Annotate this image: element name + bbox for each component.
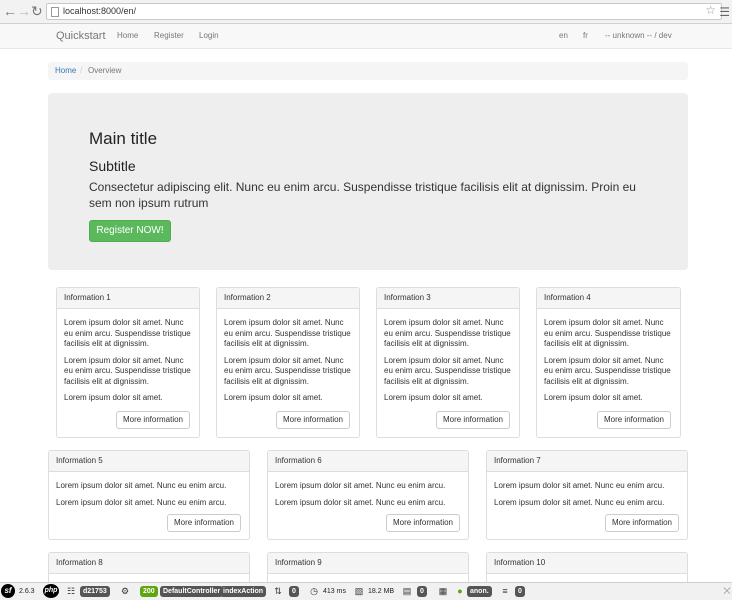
panel-text: Lorem ipsum dolor sit amet. Nunc eu enim…	[56, 497, 227, 507]
reload-icon[interactable]: ↻	[31, 3, 43, 19]
panel-text: Lorem ipsum dolor sit amet.	[384, 393, 483, 402]
forward-arrow-icon[interactable]: →	[17, 3, 31, 19]
info-panel-4: Information 4 Lorem ipsum dolor sit amet…	[536, 287, 681, 438]
lang-en-link[interactable]: en	[559, 31, 568, 40]
gear-icon[interactable]: ⚙	[120, 586, 130, 596]
request-token-badge[interactable]: d21753	[80, 586, 110, 597]
debug-toolbar: sf 2.6.3 php ☷ d21753 ⚙ 200 DefaultContr…	[0, 582, 732, 600]
logs-count[interactable]: 0	[515, 586, 525, 597]
panel-title: Information 10	[487, 553, 687, 574]
nav-link-login[interactable]: Login	[199, 31, 219, 40]
more-information-button[interactable]: More information	[385, 514, 460, 532]
panel-body: Lorem ipsum dolor sit amet. Nunc eu enim…	[537, 309, 680, 404]
panel-text: Lorem ipsum dolor sit amet. Nunc eu enim…	[544, 355, 671, 386]
security-icon[interactable]: ●	[455, 586, 465, 596]
more-information-button[interactable]: More information	[604, 514, 679, 532]
memory-usage[interactable]: 18.2 MB	[368, 586, 394, 597]
breadcrumb: Home / Overview	[48, 62, 688, 80]
more-information-button[interactable]: More information	[275, 411, 350, 429]
php-logo-icon[interactable]: php	[43, 584, 59, 598]
address-bar[interactable]: localhost:8000/en/	[46, 3, 722, 20]
panel-title: Information 2	[217, 288, 359, 309]
memory-icon[interactable]: ▧	[354, 586, 364, 596]
panel-text: Lorem ipsum dolor sit amet. Nunc eu enim…	[64, 318, 191, 348]
info-panel-3: Information 3 Lorem ipsum dolor sit amet…	[376, 287, 520, 438]
panel-text: Lorem ipsum dolor sit amet. Nunc eu enim…	[224, 355, 351, 386]
panel-text: Lorem ipsum dolor sit amet. Nunc eu enim…	[544, 318, 671, 348]
more-information-button[interactable]: More information	[596, 411, 671, 429]
panel-body: Lorem ipsum dolor sit amet. Nunc eu enim…	[57, 309, 199, 404]
panel-title: Information 1	[57, 288, 199, 309]
url-text: localhost:8000/en/	[63, 6, 137, 16]
panel-text: Lorem ipsum dolor sit amet. Nunc eu enim…	[384, 355, 511, 386]
info-panel-2: Information 2 Lorem ipsum dolor sit amet…	[216, 287, 360, 438]
bookmark-star-icon[interactable]: ☆	[705, 2, 716, 18]
more-information-button[interactable]: More information	[435, 411, 510, 429]
action-badge[interactable]: indexAction	[220, 586, 267, 597]
breadcrumb-separator: /	[80, 66, 83, 75]
info-panel-7: Information 7 Lorem ipsum dolor sit amet…	[486, 450, 688, 540]
back-arrow-icon[interactable]: ←	[3, 3, 17, 19]
browser-toolbar: ← → ↻ localhost:8000/en/ ☆ ☰	[0, 0, 732, 24]
panel-text: Lorem ipsum dolor sit amet.	[64, 393, 163, 402]
ajax-requests-count[interactable]: 0	[289, 586, 299, 597]
config-icon[interactable]: ☷	[66, 586, 76, 596]
clock-icon[interactable]: ◷	[309, 586, 319, 596]
panel-text: Lorem ipsum dolor sit amet.	[224, 393, 323, 402]
info-panel-5: Information 5 Lorem ipsum dolor sit amet…	[48, 450, 250, 540]
panel-text: Lorem ipsum dolor sit amet.	[544, 393, 643, 402]
panel-title: Information 9	[268, 553, 468, 574]
more-information-button[interactable]: More information	[166, 514, 241, 532]
panel-body: Lorem ipsum dolor sit amet. Nunc eu enim…	[217, 309, 359, 404]
nav-link-home[interactable]: Home	[117, 31, 138, 40]
panel-text: Lorem ipsum dolor sit amet. Nunc eu enim…	[275, 481, 446, 490]
panel-title: Information 4	[537, 288, 680, 309]
user-info[interactable]: -- unknown -- / dev	[605, 31, 672, 40]
status-code-badge[interactable]: 200	[140, 586, 158, 597]
forms-icon[interactable]: ▤	[402, 586, 412, 596]
navbar-brand[interactable]: Quickstart	[56, 30, 106, 42]
register-now-button[interactable]: Register NOW!	[89, 220, 171, 242]
ajax-requests-icon[interactable]: ⇅	[273, 586, 283, 596]
panel-text: Lorem ipsum dolor sit amet. Nunc eu enim…	[224, 318, 351, 348]
lang-fr-link[interactable]: fr	[583, 31, 588, 40]
lead-text: Consectetur adipiscing elit. Nunc eu eni…	[89, 180, 636, 210]
nav-link-register[interactable]: Register	[154, 31, 184, 40]
user-badge[interactable]: anon.	[467, 586, 492, 597]
panel-title: Information 5	[49, 451, 249, 472]
panel-body: Lorem ipsum dolor sit amet. Nunc eu enim…	[487, 472, 687, 508]
browser-menu-icon[interactable]: ☰	[719, 4, 730, 20]
request-time[interactable]: 413 ms	[323, 586, 346, 597]
panel-text: Lorem ipsum dolor sit amet. Nunc eu enim…	[384, 318, 511, 348]
panel-text: Lorem ipsum dolor sit amet. Nunc eu enim…	[56, 481, 227, 490]
page-icon	[51, 7, 59, 17]
logs-icon[interactable]: ≡	[500, 586, 510, 596]
panel-body: Lorem ipsum dolor sit amet. Nunc eu enim…	[49, 472, 249, 508]
panel-text: Lorem ipsum dolor sit amet. Nunc eu enim…	[494, 481, 665, 490]
panel-body: Lorem ipsum dolor sit amet. Nunc eu enim…	[377, 309, 519, 404]
jumbotron: Main title Subtitle Consectetur adipisci…	[48, 93, 688, 270]
info-panel-1: Information 1 Lorem ipsum dolor sit amet…	[56, 287, 200, 438]
panel-body: Lorem ipsum dolor sit amet. Nunc eu enim…	[268, 472, 468, 508]
more-information-button[interactable]: More information	[115, 411, 190, 429]
info-panel-6: Information 6 Lorem ipsum dolor sit amet…	[267, 450, 469, 540]
panel-title: Information 8	[49, 553, 249, 574]
panel-text: Lorem ipsum dolor sit amet. Nunc eu enim…	[275, 497, 446, 507]
panel-title: Information 3	[377, 288, 519, 309]
panel-title: Information 7	[487, 451, 687, 472]
symfony-version[interactable]: 2.6.3	[19, 586, 35, 597]
subtitle: Subtitle	[89, 158, 136, 174]
top-navbar: Quickstart Home Register Login en fr -- …	[0, 24, 732, 49]
translation-icon[interactable]: ▦	[438, 586, 448, 596]
panel-text: Lorem ipsum dolor sit amet. Nunc eu enim…	[494, 497, 665, 507]
controller-badge[interactable]: DefaultController	[160, 586, 224, 597]
forms-count[interactable]: 0	[417, 586, 427, 597]
symfony-logo-icon[interactable]: sf	[1, 584, 15, 598]
panel-title: Information 6	[268, 451, 468, 472]
close-toolbar-icon[interactable]: ⨉	[722, 586, 732, 596]
panel-text: Lorem ipsum dolor sit amet. Nunc eu enim…	[64, 355, 191, 386]
main-title: Main title	[89, 129, 158, 148]
breadcrumb-home-link[interactable]: Home	[55, 62, 76, 80]
breadcrumb-current: Overview	[88, 66, 122, 75]
